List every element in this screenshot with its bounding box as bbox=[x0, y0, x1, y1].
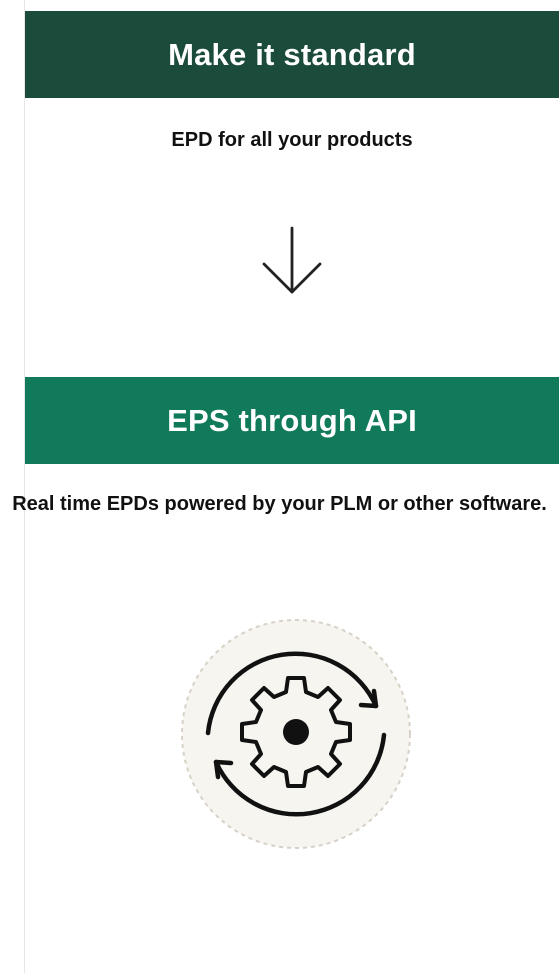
section-title: Make it standard bbox=[168, 36, 416, 72]
section-header-make-it-standard: Make it standard bbox=[25, 11, 559, 98]
gear-sync-icon bbox=[181, 619, 411, 849]
section-title: EPS through API bbox=[167, 402, 417, 438]
page: Make it standard EPD for all your produc… bbox=[0, 0, 559, 973]
section-subtitle: Real time EPDs powered by your PLM or ot… bbox=[12, 493, 547, 515]
section-header-eps-through-api: EPS through API bbox=[25, 377, 559, 464]
section-subtitle: EPD for all your products bbox=[171, 129, 413, 151]
arrow-down-icon bbox=[262, 226, 322, 294]
